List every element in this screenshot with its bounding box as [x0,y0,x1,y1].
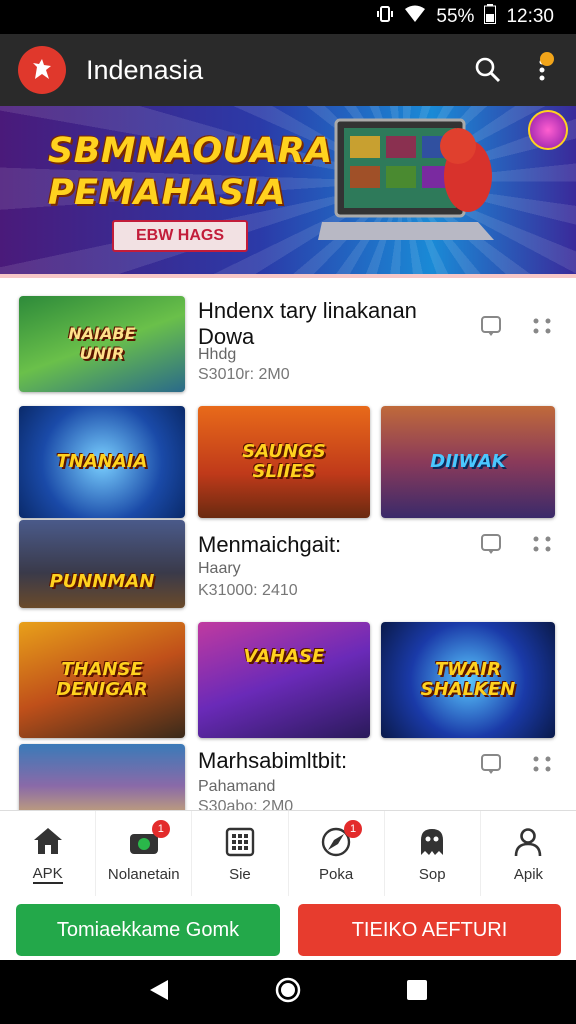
drag-handle-icon[interactable] [530,752,554,776]
app-thumbnail[interactable]: VAHASE [198,622,370,738]
screen: 55% 12:30 Indenasia SBMNAOUARA PEMAHASIA… [0,0,576,1024]
entry-subtitle: Pahamand [198,778,276,795]
banner-button[interactable]: EBW HAGS [112,220,248,252]
nav-item-nolanetain[interactable]: 1 Nolanetain [96,811,193,896]
entry-meta: K31000: 2410 [198,582,298,599]
notification-dot [540,52,554,66]
battery-percent: 55% [436,6,475,27]
nav-item-apk[interactable]: APK [0,811,97,896]
app-thumbnail[interactable]: SAUNGS SLIIES [198,406,370,518]
action-bar: Tomiaekkame Gomk TIEIKO AEFTURI [0,896,576,960]
status-bar: 55% 12:30 [0,0,576,34]
back-icon[interactable] [148,978,170,1007]
banner-title: SBMNAOUARA PEMAHASIA [48,131,333,213]
system-nav-bar [0,960,576,1024]
bottom-nav: APK 1 Nolanetain Sie 1 Poka Sop Apik [0,810,576,896]
entry-subtitle: Haary [198,560,241,577]
clock: 12:30 [506,6,554,27]
app-list: NAIABE UNIR Hndenx tary linakanan Dowa H… [0,282,576,810]
nav-item-sop[interactable]: Sop [385,811,481,896]
recents-icon[interactable] [406,979,428,1006]
compass-icon: 1 [318,820,363,860]
entry-title[interactable]: Hndenx tary linakanan Dowa [198,298,468,350]
app-thumbnail[interactable] [19,744,185,810]
app-thumbnail[interactable]: PUNNMAN [19,520,185,608]
app-thumbnail[interactable]: DIIWAK [381,406,555,518]
ghost-icon [414,824,450,860]
thumbnail-title: DIIWAK [430,451,506,472]
app-thumbnail[interactable]: NAIABE UNIR [19,296,185,392]
nav-item-poka[interactable]: 1 Poka [289,811,385,896]
nav-label: Sop [418,866,446,883]
home-icon [30,823,66,859]
app-thumbnail[interactable]: THANSE DENIGAR [19,622,185,738]
nav-item-apik[interactable]: Apik [481,811,576,896]
app-thumbnail[interactable]: TWAIR SHALKEN [381,622,555,738]
secondary-button[interactable]: TIEIKO AEFTURI [298,904,561,956]
chat-icon[interactable] [479,752,503,776]
battery-icon [484,4,497,30]
primary-button[interactable]: Tomiaekkame Gomk [16,904,280,956]
nav-label: APK [32,865,63,884]
entry-meta: S3010r: 2M0 [198,366,290,383]
thumbnail-title: TNANAIA [56,451,148,472]
chat-icon[interactable] [479,314,503,338]
entry-subtitle: Hhdg [198,346,237,363]
nav-label: Nolanetain [107,866,180,883]
entry-meta: S30abo: 2M0 [198,798,294,810]
app-title: Indenasia [86,54,204,85]
drag-handle-icon[interactable] [530,532,554,556]
drag-handle-icon[interactable] [530,314,554,338]
search-icon [475,57,501,83]
chat-icon[interactable] [479,532,503,556]
camera-icon: 1 [126,820,170,860]
person-icon [510,824,546,860]
thumbnail-title: TWAIR SHALKEN [420,659,516,700]
vibrate-icon [376,5,394,29]
thumbnail-title: NAIABE UNIR [68,324,136,363]
promo-banner[interactable]: SBMNAOUARA PEMAHASIA EBW HAGS [0,106,576,278]
wifi-icon [404,5,426,29]
entry-title[interactable]: Marhsabimltbit: [198,748,468,774]
laptop-illustration [318,116,494,266]
nav-badge: 1 [344,820,363,838]
nav-label: Apik [513,866,544,883]
thumbnail-title: THANSE DENIGAR [56,659,148,700]
nav-badge: 1 [151,820,170,838]
search-button[interactable] [468,50,508,90]
entry-title[interactable]: Menmaichgait: [198,532,468,558]
home-button-icon[interactable] [275,977,301,1008]
logo-icon[interactable] [18,46,66,94]
nav-label: Sie [229,866,251,883]
app-thumbnail[interactable]: TNANAIA [19,406,185,518]
nav-item-sie[interactable]: Sie [192,811,289,896]
nav-label: Poka [319,866,354,883]
thumbnail-title: PUNNMAN [49,570,155,592]
app-bar: Indenasia [0,34,576,106]
grid-icon [222,824,258,860]
thumbnail-title: VAHASE [243,645,325,667]
coin-icon [528,110,568,150]
thumbnail-title: SAUNGS SLIIES [242,441,326,482]
more-button[interactable] [522,50,562,90]
